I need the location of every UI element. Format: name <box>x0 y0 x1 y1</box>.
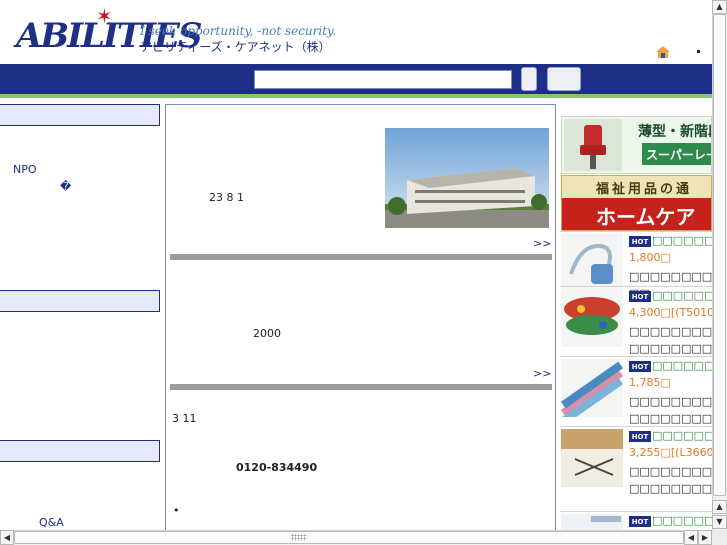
homecare-banner[interactable]: 福祉用品の通 ホームケア <box>561 175 712 231</box>
banner-1-title: 薄型・新階段 <box>638 124 711 140</box>
section-divider-2 <box>170 384 552 390</box>
product-name[interactable]: □□□□□□□□□ <box>652 359 712 372</box>
scroll-left-arrow-icon[interactable]: ◀ <box>0 530 14 545</box>
product-description: □□□□□□□□□□□□□□□□□□□□□ <box>629 465 712 495</box>
search-button[interactable] <box>547 67 581 91</box>
bullet-mark: • <box>173 504 180 517</box>
tagline-english: I seek opportunity, -not security. <box>140 24 337 38</box>
home-icon[interactable] <box>656 46 670 58</box>
banner-2-brand: ホームケア <box>562 198 711 230</box>
more-link-1[interactable]: >> <box>533 237 551 250</box>
navbar-divider <box>0 98 712 101</box>
stairlift-chair-icon <box>564 119 622 171</box>
scroll-down-arrow-icon[interactable]: ▼ <box>712 515 727 529</box>
abilities-logo[interactable]: ABILITIES ✶ <box>8 4 203 60</box>
product-description: □□□□□□□□□□□□□□□□□□□□ <box>629 325 712 355</box>
news-item-date-1: 23 8 1 <box>209 191 244 204</box>
product-thumbnail <box>561 289 623 347</box>
left-section-header-3[interactable] <box>0 440 160 462</box>
product-thumbnail <box>561 429 623 487</box>
logo-figure-icon: ✶ <box>96 4 113 28</box>
product-price: 3,255□[(L3660 <box>629 446 712 459</box>
hot-badge: HOT <box>629 516 651 527</box>
scroll-right-arrow-icon[interactable]: ▶ <box>698 530 712 545</box>
hot-badge: HOT <box>629 236 651 247</box>
scroll-up-arrow-icon[interactable]: ▲ <box>712 0 727 14</box>
product-thumbnail <box>561 514 623 530</box>
search-input[interactable] <box>254 70 512 89</box>
product-name[interactable]: □□□□□□□□□ <box>652 289 712 302</box>
left-section-header-2[interactable] <box>0 290 160 312</box>
scroll-up-arrow-icon[interactable]: ▲ <box>712 500 727 514</box>
scroll-left-arrow-icon[interactable]: ◀ <box>684 530 698 545</box>
hot-badge: HOT <box>629 361 651 372</box>
product-thumbnail <box>561 234 623 292</box>
qa-link[interactable]: Q&A <box>39 516 64 529</box>
news-item-year: 2000 <box>253 327 281 340</box>
banner-1-subtitle: スーパーレーター <box>642 143 711 165</box>
product-item[interactable]: HOT □□□□□□□□□ <box>560 511 712 530</box>
product-name[interactable]: □□□□□□□□□ <box>652 429 712 442</box>
hot-badge: HOT <box>629 291 651 302</box>
product-name[interactable]: □□□□□□□□□ <box>652 234 712 247</box>
news-item-date-2: 3 11 <box>172 412 197 425</box>
product-item[interactable]: HOT □□□□□□□□□ 4,300□[(T5010 □□□□□□□□□□□□… <box>560 286 712 356</box>
vertical-scroll-thumb[interactable] <box>713 14 726 496</box>
facility-photo <box>385 128 549 228</box>
product-item[interactable]: HOT □□□□□□□□□ 1,785□ □□□□□□□□□□□□□□□□ <box>560 356 712 426</box>
horizontal-scroll-thumb[interactable] <box>14 531 684 544</box>
search-option-button[interactable] <box>521 67 537 91</box>
product-thumbnail <box>561 359 623 417</box>
hot-badge: HOT <box>629 431 651 442</box>
npo-link[interactable]: NPO <box>13 163 37 176</box>
unknown-glyph: � <box>60 180 72 193</box>
phone-number: 0120-834490 <box>236 461 318 474</box>
product-item[interactable]: HOT □□□□□□□□□ 3,255□[(L3660 □□□□□□□□□□□□… <box>560 426 712 496</box>
product-description: □□□□□□□□□□□□□□□□ <box>629 395 712 425</box>
banner-2-title: 福祉用品の通 <box>596 182 693 197</box>
scroll-grip-icon[interactable] <box>291 534 307 541</box>
product-price: 1,785□ <box>629 376 671 389</box>
section-divider-1 <box>170 254 552 260</box>
product-price: 4,300□[(T5010 <box>629 306 712 319</box>
more-link-2[interactable]: >> <box>533 367 551 380</box>
product-price: 1,800□ <box>629 251 671 264</box>
header-dot <box>697 50 700 53</box>
page-header: ABILITIES ✶ I seek opportunity, -not sec… <box>0 0 712 64</box>
product-name[interactable]: □□□□□□□□□ <box>652 514 712 527</box>
scrollbar-corner <box>712 530 727 545</box>
left-section-header-1[interactable] <box>0 104 160 126</box>
stairlift-banner[interactable]: 薄型・新階段 スーパーレーター <box>561 116 712 174</box>
company-name: アビリティーズ・ケアネット（株） <box>140 40 331 54</box>
